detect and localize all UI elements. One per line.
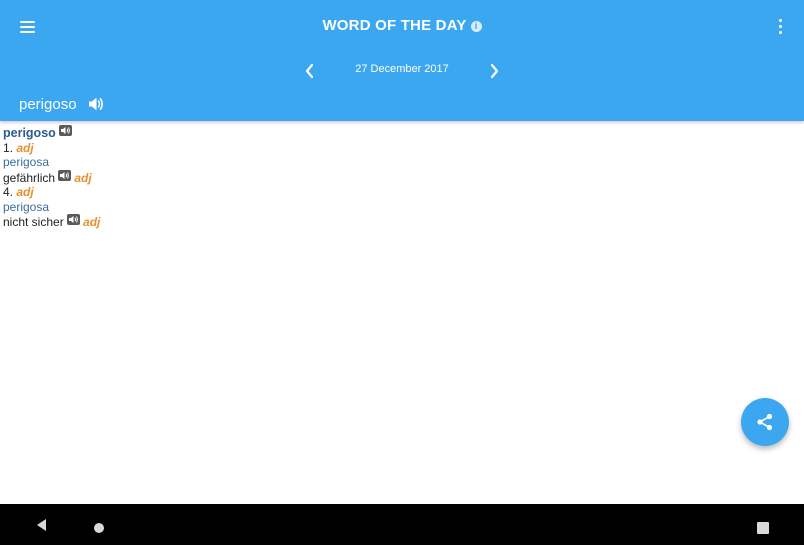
sense-number: 4. (3, 185, 14, 199)
date-label: 27 December 2017 (355, 63, 449, 75)
recents-icon[interactable] (757, 522, 769, 534)
app-bar: WORD OF THE DAY i 27 December 2017 perigo… (0, 0, 804, 121)
page-title-container: WORD OF THE DAY i (0, 17, 804, 34)
sense-number: 1. (3, 140, 14, 155)
sense-number-line: 1. adj (3, 141, 793, 156)
part-of-speech: adj (16, 185, 34, 199)
share-button[interactable] (741, 398, 789, 446)
meaning-part-of-speech: adj (83, 215, 101, 229)
word-of-day: perigoso (19, 95, 77, 113)
word-of-day-row: perigoso (19, 94, 105, 114)
share-icon (757, 413, 773, 431)
audio-icon[interactable] (58, 125, 72, 136)
more-vert-icon[interactable] (770, 16, 790, 36)
date-navigator: 27 December 2017 (0, 62, 804, 80)
translation-form: perigosa (3, 199, 50, 214)
meaning-part-of-speech: adj (74, 170, 92, 185)
info-icon[interactable]: i (470, 21, 482, 32)
page-title: WORD OF THE DAY (322, 17, 467, 34)
meaning: gefährlich (3, 170, 56, 185)
dictionary-entry: perigoso 1. adj perigosa gefährlich adj … (3, 125, 793, 230)
back-icon[interactable] (34, 517, 50, 533)
audio-icon[interactable] (66, 214, 80, 225)
sense-number-line: 4. adj (3, 185, 793, 200)
meaning-line: nicht sicher adj (3, 214, 793, 230)
translation-form: perigosa (3, 155, 50, 169)
meaning: nicht sicher (3, 215, 64, 229)
chevron-right-icon[interactable] (485, 62, 503, 80)
audio-icon[interactable] (58, 169, 72, 181)
speaker-icon[interactable] (87, 95, 105, 113)
headword: perigoso (3, 126, 56, 140)
headword-line: perigoso (3, 125, 793, 141)
meaning-line: gefährlich adj (3, 169, 793, 186)
part-of-speech: adj (16, 140, 34, 155)
home-icon[interactable] (94, 523, 104, 533)
system-navigation-bar (0, 504, 804, 545)
